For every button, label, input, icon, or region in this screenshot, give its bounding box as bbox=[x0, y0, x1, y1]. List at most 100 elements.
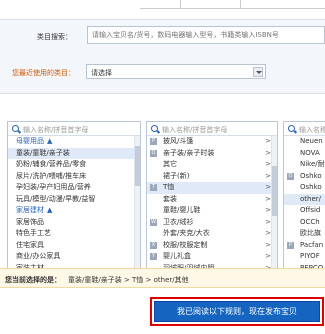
category-item[interactable]: W 卫衣/绒衫 > bbox=[147, 217, 277, 229]
scrollbar[interactable] bbox=[134, 136, 140, 270]
category-item[interactable]: 套装 > bbox=[147, 194, 277, 206]
category-item-label: 玩具/模型/动漫/早教/益智 bbox=[16, 194, 96, 203]
current-selection-label: 您当前选择的是： bbox=[5, 276, 61, 284]
category-item[interactable]: 裙子(新) > bbox=[147, 171, 277, 183]
category-item-label: PIYOF bbox=[300, 252, 320, 260]
search-icon bbox=[288, 125, 295, 132]
category-item[interactable]: 特色手工艺 bbox=[8, 228, 140, 240]
category-item-label: Nike/耐 bbox=[300, 160, 325, 168]
column-filter-placeholder: 输入名称/拼音首字母 bbox=[23, 126, 89, 134]
scrollbar[interactable] bbox=[271, 136, 277, 270]
category-item-label: 外套/夹克/大衣 bbox=[163, 229, 210, 237]
category-item-label: 校服/校服定制 bbox=[163, 240, 208, 249]
category-item[interactable]: Y 婴儿礼盒 > bbox=[147, 251, 277, 263]
column-filter[interactable]: 输入名称/拼音首字母 bbox=[147, 122, 277, 136]
search-icon bbox=[151, 125, 158, 132]
category-item[interactable]: P Pacfan bbox=[284, 240, 325, 252]
category-item[interactable]: 奶粉/辅食/营养品/零食 bbox=[8, 159, 140, 171]
category-item[interactable]: 住宅家具 bbox=[8, 240, 140, 252]
index-letter-badge: Y bbox=[150, 253, 157, 260]
category-item-label: 母婴用品 bbox=[16, 137, 44, 145]
index-letter-badge: P bbox=[287, 241, 294, 249]
search-icon bbox=[12, 125, 19, 132]
category-item-label: 童鞋/婴儿鞋 bbox=[163, 206, 201, 214]
publish-item-button[interactable]: 我已阅读以下规则，现在发布宝贝 bbox=[154, 301, 320, 322]
search-label: 类目搜索： bbox=[37, 33, 72, 41]
current-selection-bar: 您当前选择的是： 童装/童鞋/亲子装 > T恤 > other/其他 bbox=[0, 268, 325, 288]
category-item-label: 家居建材 bbox=[16, 206, 44, 214]
category-column-brand: 输入名称 Neuen NOVA Nike/耐 O Oshko Oshko other/Off… bbox=[283, 121, 325, 271]
recent-category-value: 请选择 bbox=[91, 69, 112, 77]
category-search-input[interactable] bbox=[87, 26, 325, 44]
submit-highlight: 我已阅读以下规则，现在发布宝贝 bbox=[150, 297, 324, 326]
category-item[interactable]: T T恤 > bbox=[147, 182, 277, 194]
category-column-level1: 输入名称/拼音首字母 母婴用品 ▲ 童装/童鞋/亲子装 奶粉/辅食/营养品/零食 尿片/… bbox=[7, 121, 141, 271]
category-item-label: 欧比旗 bbox=[300, 229, 321, 237]
category-item-label: 婴儿礼盒 bbox=[163, 252, 191, 260]
category-item-label: T恤 bbox=[163, 183, 175, 191]
category-item[interactable]: other/ bbox=[284, 193, 325, 205]
column-filter[interactable]: 输入名称 bbox=[284, 122, 325, 136]
index-letter-badge: W bbox=[150, 218, 157, 226]
category-item[interactable]: 尿片/洗护/喂哺/推车床 bbox=[8, 171, 140, 183]
brand-list: Neuen NOVA Nike/耐 O Oshko Oshko other/Offsid OC… bbox=[284, 136, 325, 270]
category-item[interactable]: 玩具/模型/动漫/早教/益智 bbox=[8, 194, 140, 206]
category-item-label: Offsid bbox=[300, 206, 321, 214]
category-item-label: 商业/办公家具 bbox=[16, 252, 61, 260]
category-item-label: Neuen bbox=[300, 137, 323, 145]
category-item[interactable]: X 校服/校服定制 > bbox=[147, 240, 277, 252]
category-item-label: 披风/斗篷 bbox=[163, 137, 194, 145]
chevron-down-icon[interactable] bbox=[253, 67, 263, 77]
category-item[interactable]: Nike/耐 bbox=[284, 159, 325, 171]
current-selection-path: 童装/童鞋/亲子装 > T恤 > other/其他 bbox=[68, 276, 189, 284]
category-item-label: 孕妇装/孕产妇用品/营养 bbox=[16, 183, 91, 191]
recent-category-select[interactable]: 请选择 bbox=[86, 64, 266, 79]
category-item[interactable]: 孕妇装/孕产妇用品/营养 bbox=[8, 182, 140, 194]
category-item[interactable]: 外套/夹克/大衣 > bbox=[147, 228, 277, 240]
index-letter-badge: O bbox=[287, 172, 294, 180]
category-item[interactable]: 童鞋/婴儿鞋 > bbox=[147, 205, 277, 217]
category-item[interactable]: Offsid bbox=[284, 205, 325, 217]
category-item[interactable]: Q 亲子装/亲子时装 > bbox=[147, 148, 277, 160]
category-item[interactable]: OCCh bbox=[284, 217, 325, 229]
category-group-header[interactable]: 母婴用品 ▲ bbox=[8, 136, 140, 148]
category-item[interactable]: 欧比旗 bbox=[284, 228, 325, 240]
category-item[interactable]: NOVA bbox=[284, 148, 325, 160]
category-item[interactable]: Neuen bbox=[284, 136, 325, 148]
column-filter-placeholder: 输入名称 bbox=[299, 126, 325, 134]
category-item-label: other/ bbox=[300, 194, 322, 203]
category-item-label: 其它 bbox=[163, 160, 177, 168]
index-letter-badge: X bbox=[150, 241, 157, 249]
category-item[interactable]: PIYOF bbox=[284, 251, 325, 263]
column-filter-placeholder: 输入名称/拼音首字母 bbox=[162, 126, 228, 134]
scrollbar-thumb[interactable] bbox=[272, 166, 277, 216]
index-letter-badge: T bbox=[150, 184, 157, 191]
category-item-label: OCCh bbox=[300, 217, 320, 226]
top-tab-strip bbox=[140, 0, 325, 9]
category-column-level2: 输入名称/拼音首字母 P 披风/斗篷 > Q 亲子装/亲子时装 > 其它 > 裙子(新) > T T恤… bbox=[146, 121, 278, 271]
category-item[interactable]: 其它 > bbox=[147, 159, 277, 171]
collapse-icon[interactable]: ▲ bbox=[47, 206, 52, 214]
category-item-label: NOVA bbox=[300, 148, 320, 157]
category-item-label: Oshko bbox=[300, 183, 322, 191]
category-group-header[interactable]: 家居建材 ▲ bbox=[8, 205, 140, 217]
category-item-label: 奶粉/辅食/营养品/零食 bbox=[16, 160, 87, 168]
category-item[interactable]: O Oshko bbox=[284, 171, 325, 183]
tab-divider bbox=[240, 0, 241, 9]
index-letter-badge: Q bbox=[150, 149, 157, 157]
index-letter-badge: P bbox=[150, 138, 157, 145]
column-filter[interactable]: 输入名称/拼音首字母 bbox=[8, 122, 140, 136]
category-item-label: 童装/童鞋/亲子装 bbox=[16, 148, 70, 157]
category-item[interactable]: P 披风/斗篷 > bbox=[147, 136, 277, 148]
category-item[interactable]: 童装/童鞋/亲子装 bbox=[8, 147, 140, 159]
category-list: 母婴用品 ▲ 童装/童鞋/亲子装 奶粉/辅食/营养品/零食 尿片/洗护/喂哺/推车床 孕妇… bbox=[8, 136, 140, 270]
scrollbar-thumb[interactable] bbox=[135, 146, 140, 186]
category-item[interactable]: Oshko bbox=[284, 182, 325, 194]
category-item-label: 裙子(新) bbox=[163, 171, 190, 180]
category-item-label: 特色手工艺 bbox=[16, 229, 51, 237]
tab-divider bbox=[180, 0, 181, 9]
recent-category-label: 您最近使用的类目： bbox=[12, 69, 75, 77]
category-item[interactable]: 家居饰品 bbox=[8, 217, 140, 229]
collapse-icon[interactable]: ▲ bbox=[47, 137, 52, 145]
category-item[interactable]: 商业/办公家具 bbox=[8, 251, 140, 263]
